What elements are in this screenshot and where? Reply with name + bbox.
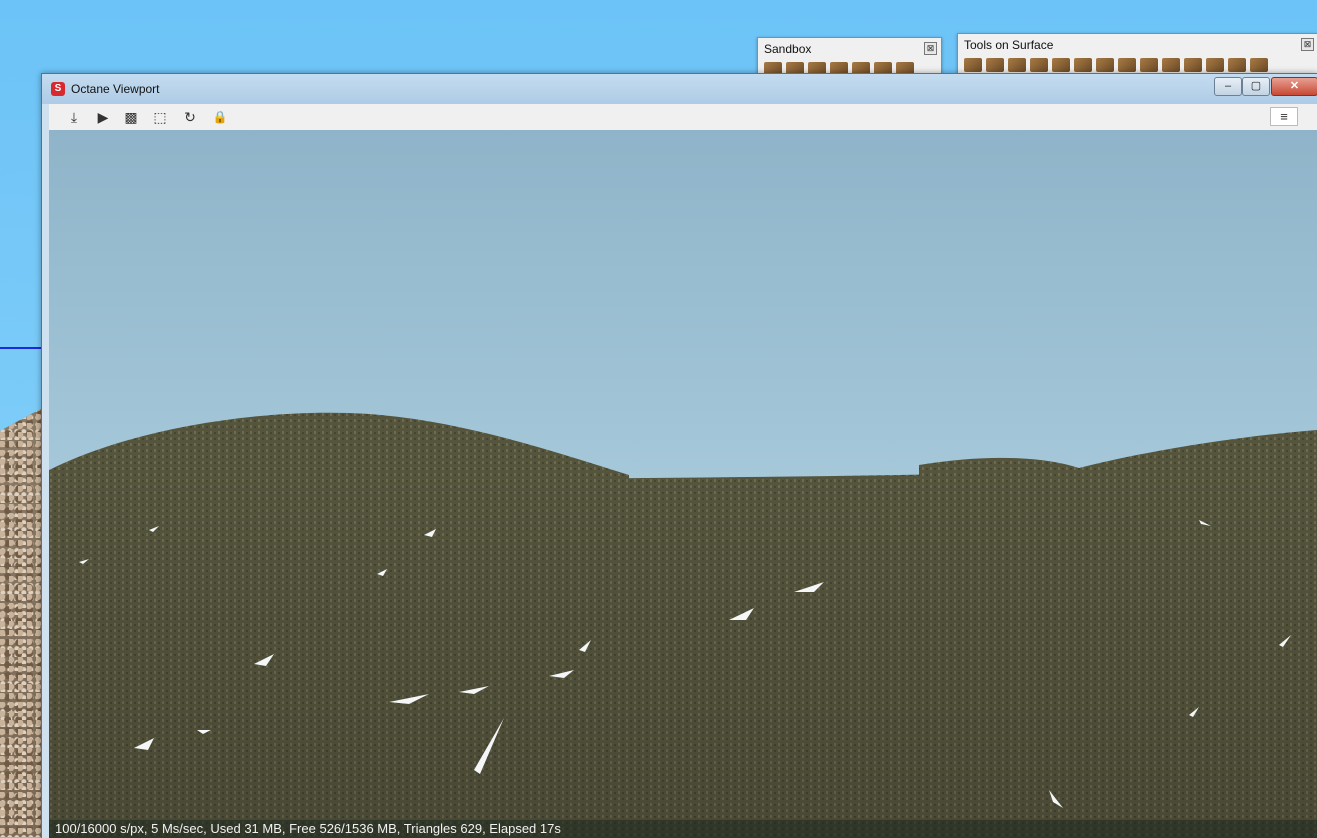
close-button[interactable]: ✕ bbox=[1271, 77, 1317, 96]
download-icon[interactable]: ⤓ bbox=[65, 108, 83, 126]
tools-on-surface-close-icon[interactable]: ⊠ bbox=[1301, 38, 1314, 51]
minimize-button[interactable]: – bbox=[1214, 77, 1242, 96]
octane-viewport-window: S Octane Viewport – ▢ ✕ ⤓ ▶ ▩ ⬚ ↻ 🔒 ≡ 10… bbox=[41, 73, 1317, 838]
menu-icon[interactable]: ≡ bbox=[1270, 107, 1298, 126]
surface-tool[interactable] bbox=[1118, 58, 1136, 72]
surface-tool[interactable] bbox=[1052, 58, 1070, 72]
window-title: Octane Viewport bbox=[71, 82, 160, 96]
surface-tool[interactable] bbox=[964, 58, 982, 72]
surface-tool[interactable] bbox=[1030, 58, 1048, 72]
surface-tool[interactable] bbox=[1008, 58, 1026, 72]
play-icon[interactable]: ▶ bbox=[94, 108, 112, 126]
surface-tools bbox=[958, 56, 1317, 74]
sandbox-close-icon[interactable]: ⊠ bbox=[924, 42, 937, 55]
viewport-toolbar: ⤓ ▶ ▩ ⬚ ↻ 🔒 ≡ bbox=[49, 104, 1317, 131]
surface-tool[interactable] bbox=[986, 58, 1004, 72]
status-bar: 100/16000 s/px, 5 Ms/sec, Used 31 MB, Fr… bbox=[49, 820, 1317, 838]
surface-tool[interactable] bbox=[1206, 58, 1224, 72]
render-viewport[interactable]: 100/16000 s/px, 5 Ms/sec, Used 31 MB, Fr… bbox=[49, 130, 1317, 838]
axis-line bbox=[0, 347, 44, 349]
checker-icon[interactable]: ▩ bbox=[122, 108, 140, 126]
region-select-icon[interactable]: ⬚ bbox=[151, 108, 169, 126]
surface-tool[interactable] bbox=[1250, 58, 1268, 72]
surface-tool[interactable] bbox=[1140, 58, 1158, 72]
sketchup-icon: S bbox=[51, 82, 65, 96]
surface-tool[interactable] bbox=[1228, 58, 1246, 72]
surface-tool[interactable] bbox=[1184, 58, 1202, 72]
tools-on-surface-title: Tools on Surface bbox=[964, 38, 1054, 52]
lock-icon[interactable]: 🔒 bbox=[211, 108, 229, 126]
render-scene bbox=[49, 412, 1317, 838]
maximize-button[interactable]: ▢ bbox=[1242, 77, 1270, 96]
surface-tool[interactable] bbox=[1162, 58, 1180, 72]
title-bar[interactable]: S Octane Viewport – ▢ ✕ bbox=[42, 74, 1317, 104]
surface-tool[interactable] bbox=[1074, 58, 1092, 72]
sandbox-title: Sandbox bbox=[764, 42, 812, 56]
surface-tool[interactable] bbox=[1096, 58, 1114, 72]
refresh-icon[interactable]: ↻ bbox=[181, 108, 199, 126]
